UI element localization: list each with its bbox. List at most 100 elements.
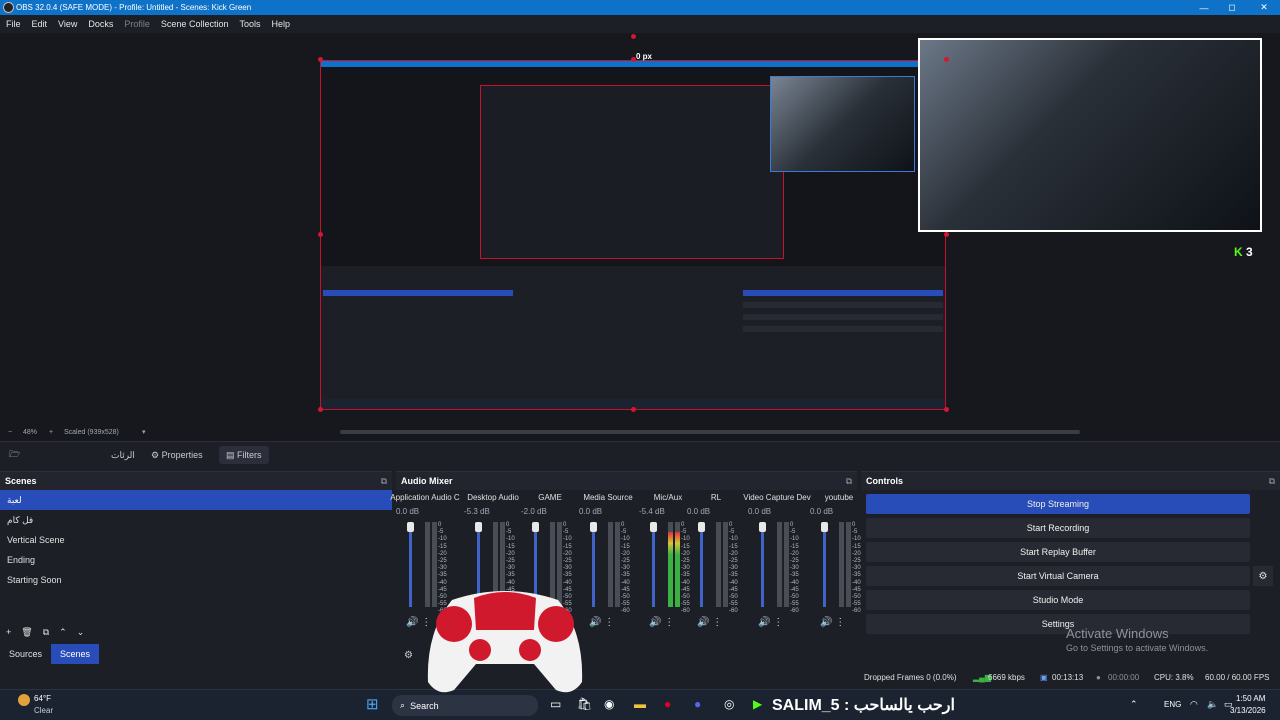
source-toolbar: 🗁 الرئات ⚙ Properties ▤ Filters	[0, 441, 1280, 467]
menu-scene-collection[interactable]: Scene Collection	[161, 19, 229, 29]
more-options-icon[interactable]: ⋮	[709, 617, 722, 628]
store-icon[interactable]: 🛍	[577, 697, 592, 711]
menu-edit[interactable]: Edit	[32, 19, 48, 29]
menu-tools[interactable]: Tools	[239, 19, 260, 29]
start-recording-button[interactable]: Start Recording	[866, 518, 1250, 538]
scene-item[interactable]: فل كام	[0, 510, 392, 530]
volume-icon[interactable]: 🔈	[1207, 699, 1218, 710]
menu-profile[interactable]: Profile	[124, 19, 150, 29]
start-replay-buffer-button[interactable]: Start Replay Buffer	[866, 542, 1250, 562]
volume-slider-knob[interactable]	[407, 522, 414, 532]
mixer-settings-icon[interactable]: ⚙	[404, 650, 413, 661]
tab-sources[interactable]: Sources	[0, 644, 51, 664]
source-name-tab[interactable]: الرئات	[104, 446, 142, 464]
studio-mode-button[interactable]: Studio Mode	[866, 590, 1250, 610]
menu-file[interactable]: File	[6, 19, 21, 29]
activate-windows-watermark: Activate Windows Go to Settings to activ…	[1066, 626, 1209, 653]
scene-filters-icon[interactable]: ⧉	[43, 627, 49, 638]
volume-slider-knob[interactable]	[590, 522, 597, 532]
remove-scene-icon[interactable]: 🗑	[21, 627, 32, 638]
mixer-channel: Video Capture Dev 0.0 dB 0 -5 -10 -15 -20 -25 -3…	[743, 492, 810, 642]
audio-mixer-header: Audio Mixer ⧉	[396, 472, 857, 490]
volume-slider-knob[interactable]	[759, 522, 766, 532]
network-icon[interactable]: ◠	[1190, 699, 1198, 710]
steam-icon[interactable]: ◉	[604, 697, 614, 711]
move-up-icon[interactable]: ⌃	[59, 627, 67, 638]
resize-handle-left[interactable]	[318, 232, 323, 237]
speaker-icon[interactable]: 🔊	[697, 617, 709, 628]
undock-icon[interactable]: ⧉	[381, 476, 387, 487]
scene-item[interactable]: لعبة	[0, 490, 392, 510]
discord-icon[interactable]: ●	[694, 697, 701, 711]
resize-handle-right[interactable]	[944, 232, 949, 237]
maximize-button[interactable]: ◻	[1216, 0, 1248, 15]
controls-header: Controls ⧉	[861, 472, 1280, 490]
volume-slider-knob[interactable]	[532, 522, 539, 532]
volume-slider[interactable]	[592, 522, 595, 607]
cpu-usage: CPU: 3.8%	[1154, 673, 1194, 682]
undock-icon[interactable]: ⧉	[1269, 476, 1275, 487]
more-options-icon[interactable]: ⋮	[832, 617, 845, 628]
volume-slider-knob[interactable]	[821, 522, 828, 532]
task-view-icon[interactable]: ▭	[550, 697, 561, 711]
preview-scrollbar[interactable]	[340, 430, 1080, 434]
move-down-icon[interactable]: ⌄	[77, 627, 85, 638]
volume-slider[interactable]	[700, 522, 703, 607]
folder-icon[interactable]: 🗁	[2, 446, 27, 464]
volume-slider-knob[interactable]	[475, 522, 482, 532]
virtual-camera-settings-icon[interactable]: ⚙	[1253, 566, 1273, 586]
taskbar-search[interactable]: ⌕ Search	[392, 695, 538, 716]
obs-taskbar-icon[interactable]: ◎	[724, 697, 734, 711]
weather-temp[interactable]: 64°F	[34, 694, 51, 703]
volume-slider[interactable]	[761, 522, 764, 607]
more-options-icon[interactable]: ⋮	[661, 617, 674, 628]
resize-handle-bl[interactable]	[318, 407, 323, 412]
resize-handle-br[interactable]	[944, 407, 949, 412]
windows-start-icon[interactable]: ⊞	[366, 695, 379, 713]
menu-docks[interactable]: Docks	[88, 19, 113, 29]
stop-streaming-button[interactable]: Stop Streaming	[866, 494, 1250, 514]
tab-scenes[interactable]: Scenes	[51, 644, 100, 664]
webcam-source[interactable]	[918, 38, 1262, 232]
clock-time[interactable]: 1:50 AM	[1236, 694, 1265, 703]
menu-help[interactable]: Help	[271, 19, 290, 29]
weather-icon[interactable]	[18, 694, 30, 706]
more-options-icon[interactable]: ⋮	[770, 617, 783, 628]
undock-icon[interactable]: ⧉	[846, 476, 852, 487]
zoom-out-button[interactable]: −	[8, 429, 12, 436]
menu-view[interactable]: View	[58, 19, 77, 29]
file-explorer-icon[interactable]: ▬	[634, 697, 646, 711]
volume-slider[interactable]	[823, 522, 826, 607]
zoom-dropdown[interactable]: ▾	[142, 428, 146, 436]
resize-handle-tl[interactable]	[318, 57, 323, 62]
speaker-icon[interactable]: 🔊	[589, 617, 601, 628]
scene-item[interactable]: Starting Soon	[0, 570, 392, 590]
volume-slider[interactable]	[409, 522, 412, 607]
kick-taskbar-icon[interactable]: ▶	[753, 697, 762, 711]
more-options-icon[interactable]: ⋮	[601, 617, 614, 628]
weather-desc[interactable]: Clear	[34, 706, 53, 715]
start-virtual-camera-button[interactable]: Start Virtual Camera	[866, 566, 1250, 586]
channel-db: 0.0 dB	[396, 507, 420, 516]
volume-slider-knob[interactable]	[650, 522, 657, 532]
volume-slider-knob[interactable]	[698, 522, 705, 532]
add-scene-icon[interactable]: +	[6, 627, 11, 637]
clock-date[interactable]: 3/13/2026	[1230, 706, 1266, 715]
speaker-icon[interactable]: 🔊	[758, 617, 770, 628]
rotation-handle[interactable]	[631, 34, 636, 39]
scene-item[interactable]: Ending	[0, 550, 392, 570]
zoom-in-button[interactable]: +	[49, 429, 53, 436]
close-button[interactable]: ✕	[1248, 0, 1280, 15]
volume-slider[interactable]	[652, 522, 655, 607]
speaker-icon[interactable]: 🔊	[406, 617, 418, 628]
properties-tab[interactable]: ⚙ Properties	[144, 446, 210, 464]
resize-handle-bottom[interactable]	[631, 407, 636, 412]
speaker-icon[interactable]: 🔊	[649, 617, 661, 628]
tray-overflow-icon[interactable]: ⌃	[1130, 699, 1138, 710]
pinterest-icon[interactable]: ●	[664, 697, 671, 711]
scene-item[interactable]: Vertical Scene	[0, 530, 392, 550]
speaker-icon[interactable]: 🔊	[820, 617, 832, 628]
resize-handle-tr[interactable]	[944, 57, 949, 62]
filters-tab[interactable]: ▤ Filters	[219, 446, 269, 464]
language-indicator[interactable]: ENG	[1164, 700, 1181, 709]
